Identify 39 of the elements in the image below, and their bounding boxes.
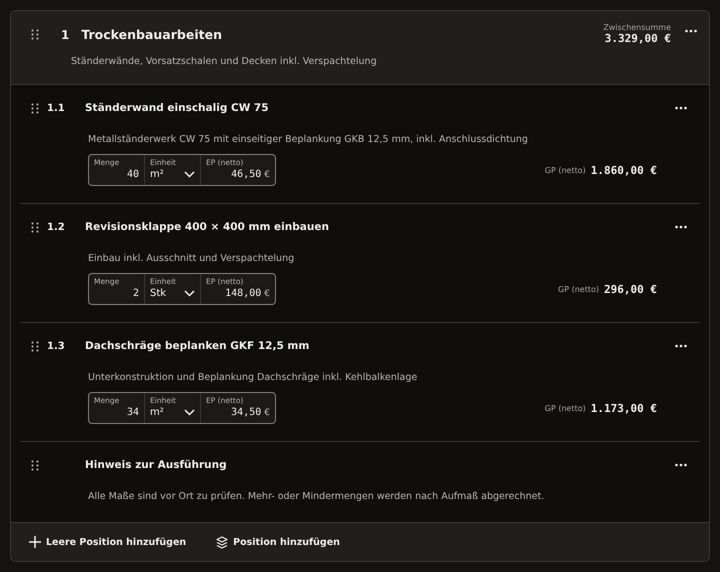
more-options-icon[interactable] bbox=[675, 463, 687, 468]
drag-handle-icon[interactable] bbox=[31, 29, 39, 40]
total-amount: 1.173,00 € bbox=[590, 402, 657, 415]
position-description: Unterkonstruktion und Beplankung Dachschräge inkl. Kehlbalkenlage bbox=[88, 372, 418, 384]
chevron-down-icon bbox=[184, 290, 195, 298]
position-number: 1.3 bbox=[47, 340, 66, 352]
drag-handle-icon[interactable] bbox=[31, 222, 39, 233]
more-options-icon[interactable] bbox=[675, 106, 687, 110]
total-amount: 1.860,00 € bbox=[590, 164, 657, 177]
total-amount: 296,00 € bbox=[604, 282, 657, 296]
position-number: 1.1 bbox=[47, 102, 66, 114]
more-options-icon[interactable] bbox=[685, 29, 697, 33]
total-label: GP (netto) bbox=[558, 284, 600, 294]
more-options-icon[interactable] bbox=[675, 225, 687, 230]
chevron-down-icon bbox=[184, 409, 195, 416]
total-label: GP (netto) bbox=[544, 166, 586, 175]
layers-icon bbox=[216, 536, 228, 549]
drag-handle-icon[interactable] bbox=[31, 340, 39, 352]
note-title: Hinweis zur Ausführung bbox=[85, 459, 228, 472]
drag-handle-icon[interactable] bbox=[31, 102, 39, 114]
position-title: Ständerwand einschalig CW 75 bbox=[85, 102, 270, 114]
more-options-icon[interactable] bbox=[675, 344, 687, 348]
plus-icon bbox=[29, 536, 41, 548]
position-number: 1.2 bbox=[47, 222, 66, 233]
position-description: Einbau inkl. Ausschnitt und Verspachtelung bbox=[88, 253, 296, 264]
position-title: Dachschräge beplanken GKF 12,5 mm bbox=[85, 340, 310, 352]
drag-handle-icon[interactable] bbox=[31, 460, 39, 471]
total-label: GP (netto) bbox=[544, 404, 586, 413]
subtotal-label: Zwischensumme bbox=[603, 23, 671, 32]
group-description: Ständerwände, Vorsatzschalen und Decken inkl. Verspachtelung bbox=[71, 56, 378, 67]
add-position-button[interactable]: Position hinzufügen bbox=[216, 536, 340, 549]
note-text: Alle Maße sind vor Ort zu prüfen. Mehr- oder Mindermengen werden nach Aufmaß abgerechnet. bbox=[88, 491, 546, 502]
position-description: Metallständerwerk CW 75 mit einseitiger Beplankung GKB 12,5 mm, inkl. Anschlussdichtung bbox=[88, 134, 529, 146]
position-title: Revisionsklappe 400 × 400 mm einbauen bbox=[85, 221, 330, 234]
subtotal-amount: 3.329,00 € bbox=[604, 32, 671, 45]
group-title: Trockenbauarbeiten bbox=[81, 27, 222, 42]
chevron-down-icon bbox=[184, 171, 195, 178]
group-number: 1 bbox=[61, 28, 70, 42]
add-position-button[interactable]: Leere Position hinzufügen bbox=[29, 536, 186, 548]
